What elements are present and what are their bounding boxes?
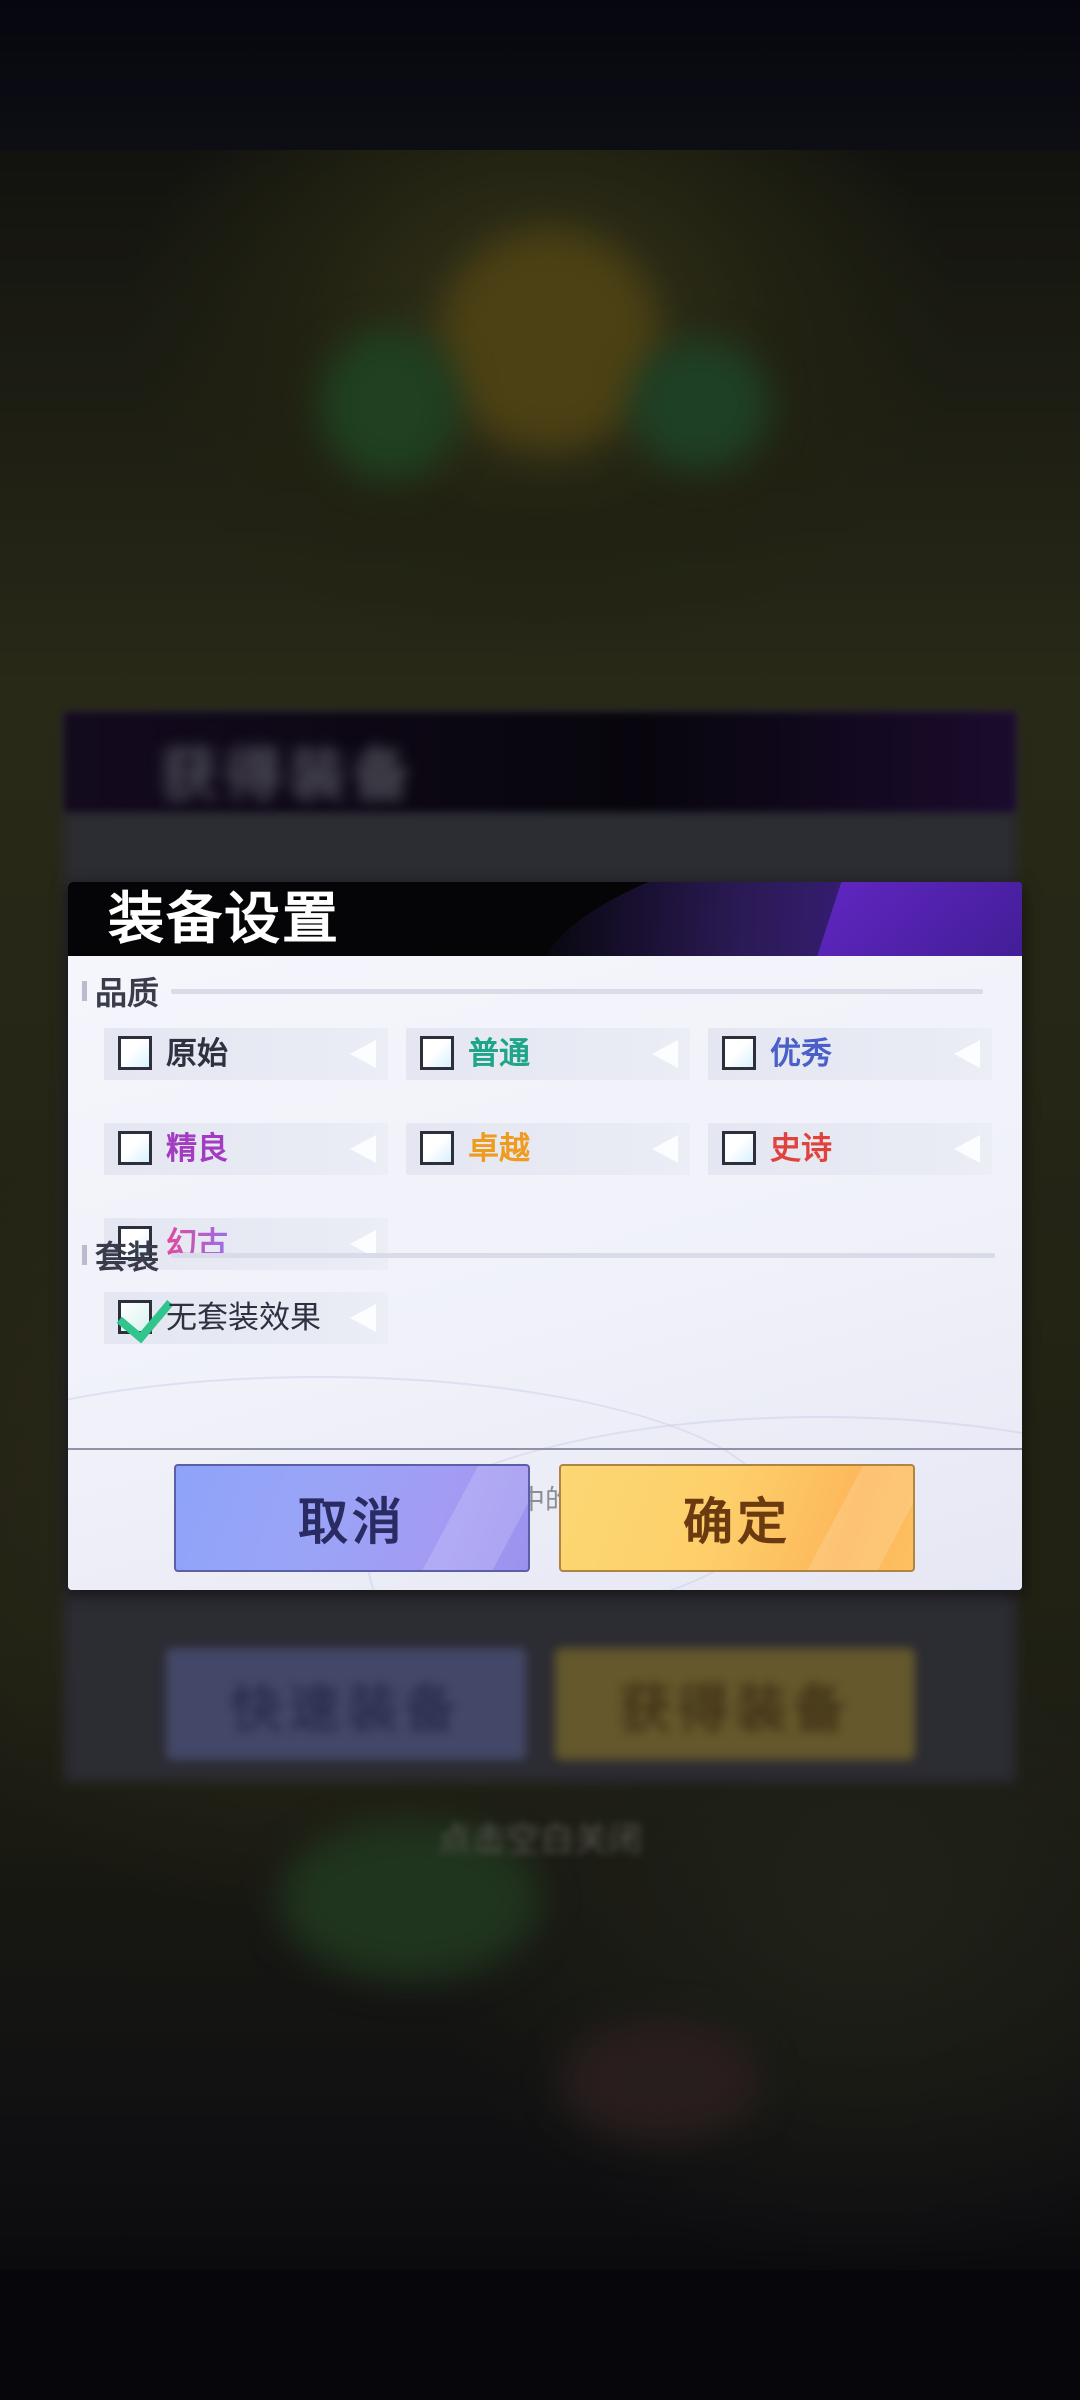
- checkbox[interactable]: [722, 1131, 756, 1165]
- checkbox[interactable]: [118, 1036, 152, 1070]
- quality-section-header: 品质: [82, 968, 984, 1014]
- checkmark-icon: [116, 1284, 174, 1344]
- quality-option-fine[interactable]: 精良: [104, 1123, 388, 1175]
- quality-option-label: 卓越: [468, 1131, 530, 1167]
- equipment-settings-dialog: 装备设置 品质 原始 普通 优秀 精良 卓越 史诗 幻古 套装 无套装效果 获得…: [68, 882, 1022, 1590]
- quality-option-common[interactable]: 普通: [406, 1028, 690, 1080]
- confirm-button-label: 确定: [683, 1492, 791, 1551]
- quality-option-label: 优秀: [770, 1036, 832, 1072]
- checkbox[interactable]: [420, 1131, 454, 1165]
- quality-section-label: 品质: [95, 974, 160, 1012]
- checkbox-checked[interactable]: [116, 1284, 174, 1344]
- quality-option-epic[interactable]: 史诗: [708, 1123, 992, 1175]
- checkbox[interactable]: [118, 1131, 152, 1165]
- quality-option-excellent[interactable]: 优秀: [708, 1028, 992, 1080]
- quality-option-label: 原始: [166, 1036, 228, 1072]
- set-section-label: 套装: [95, 1238, 160, 1276]
- confirm-button[interactable]: 确定: [559, 1464, 915, 1572]
- footer-divider: [68, 1448, 1022, 1450]
- cancel-button[interactable]: 取消: [174, 1464, 530, 1572]
- set-option-no-set-effect[interactable]: 无套装效果: [104, 1284, 388, 1344]
- dialog-title: 装备设置: [108, 886, 340, 952]
- cancel-button-label: 取消: [298, 1492, 406, 1551]
- set-section-header: 套装: [82, 1232, 996, 1278]
- quality-option-superior[interactable]: 卓越: [406, 1123, 690, 1175]
- dialog-header: 装备设置: [68, 882, 1022, 956]
- checkbox[interactable]: [420, 1036, 454, 1070]
- quality-option-original[interactable]: 原始: [104, 1028, 388, 1080]
- quality-option-label: 普通: [468, 1036, 530, 1072]
- quality-option-label: 史诗: [770, 1131, 832, 1167]
- checkbox[interactable]: [722, 1036, 756, 1070]
- quality-option-label: 精良: [166, 1131, 228, 1167]
- set-option-label: 无套装效果: [166, 1300, 321, 1336]
